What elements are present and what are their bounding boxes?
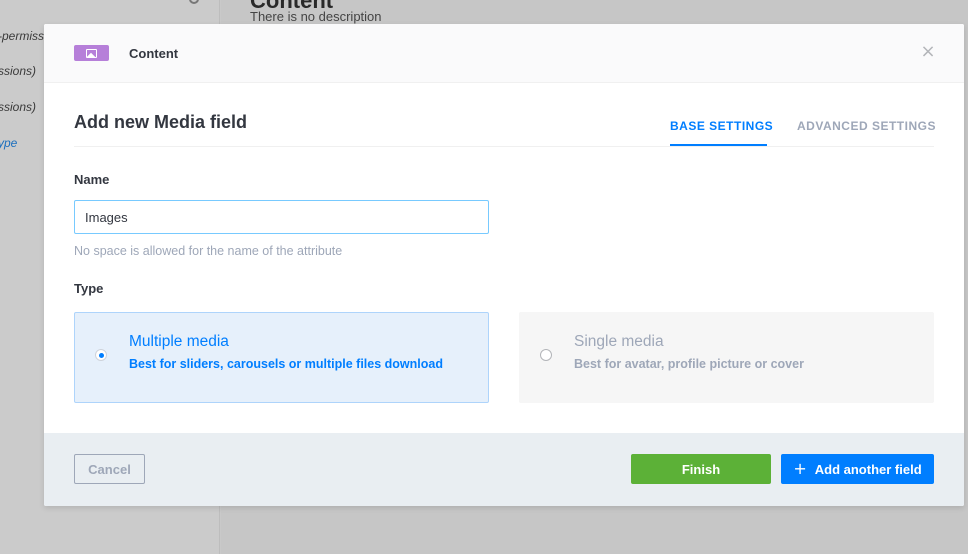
sidebar-item: ssions)	[0, 64, 37, 78]
add-field-modal: Content × Add new Media field BASE SETTI…	[44, 24, 964, 506]
sidebar-item: -permiss	[0, 29, 45, 43]
tab-advanced-settings[interactable]: ADVANCED SETTINGS	[797, 119, 936, 133]
modal-header-title: Content	[129, 46, 179, 61]
modal-header: Content ×	[44, 24, 964, 83]
add-another-field-label: Add another field	[814, 461, 922, 477]
name-hint: No space is allowed for the name of the …	[74, 244, 343, 258]
add-another-field-button[interactable]: + Add another field	[781, 454, 934, 484]
name-label: Name	[74, 172, 110, 187]
content-type-description: There is no description	[250, 9, 382, 24]
option-description: Best for sliders, carousels or multiple …	[129, 357, 443, 371]
option-description: Best for avatar, profile picture or cove…	[574, 357, 804, 371]
form-title: Add new Media field	[74, 112, 248, 132]
sidebar-item: ype	[0, 136, 18, 150]
name-input[interactable]	[74, 200, 489, 234]
type-option-single-media[interactable]: Single media Best for avatar, profile pi…	[519, 312, 934, 403]
finish-button[interactable]: Finish	[631, 454, 771, 484]
type-label: Type	[74, 281, 104, 296]
tab-base-settings[interactable]: BASE SETTINGS	[670, 119, 773, 133]
option-title: Single media	[574, 333, 664, 350]
modal-footer: Cancel Finish + Add another field	[44, 433, 964, 506]
image-icon	[74, 45, 109, 61]
tabs-divider	[74, 146, 934, 147]
sidebar-item: ssions)	[0, 100, 37, 114]
cancel-button[interactable]: Cancel	[74, 454, 145, 484]
radio-selected[interactable]	[95, 349, 107, 361]
plus-icon: +	[793, 459, 807, 478]
radio-unselected[interactable]	[540, 349, 552, 361]
type-option-multiple-media[interactable]: Multiple media Best for sliders, carouse…	[74, 312, 489, 403]
close-icon[interactable]: ×	[920, 43, 936, 61]
option-title: Multiple media	[129, 333, 229, 350]
search-icon	[189, 0, 199, 4]
active-tab-indicator	[670, 144, 767, 146]
